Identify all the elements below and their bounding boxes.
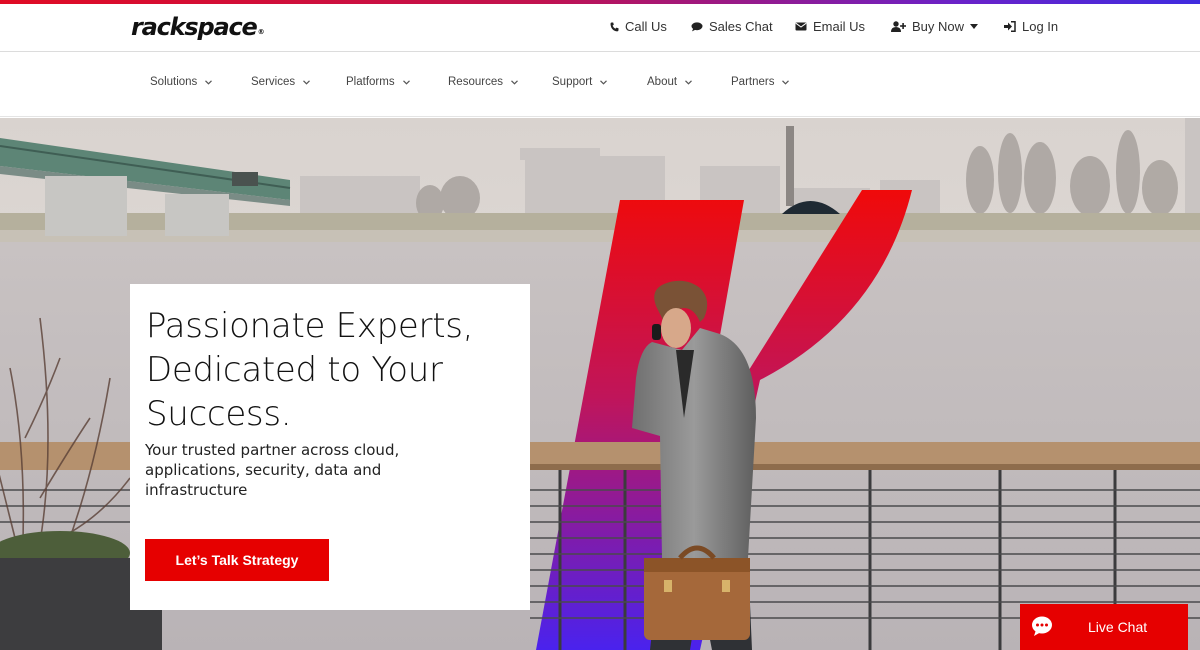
sign-in-icon bbox=[1004, 21, 1016, 32]
envelope-icon bbox=[795, 22, 807, 31]
user-plus-icon bbox=[891, 21, 906, 32]
email-us-link[interactable]: Email Us bbox=[795, 19, 865, 34]
sales-chat-link[interactable]: Sales Chat bbox=[691, 19, 773, 34]
nav-partners[interactable]: Partners bbox=[731, 76, 790, 88]
nav-platforms[interactable]: Platforms bbox=[346, 76, 410, 88]
main-navigation: Solutions Services Platforms Resources S… bbox=[0, 53, 1200, 117]
utility-links: Call Us Sales Chat Email Us Buy Now Log … bbox=[0, 19, 1200, 39]
buy-now-dropdown[interactable]: Buy Now bbox=[891, 19, 979, 34]
chat-bubble-icon bbox=[1032, 616, 1052, 636]
live-chat-button[interactable]: Live Chat bbox=[1020, 604, 1188, 650]
nav-support[interactable]: Support bbox=[552, 76, 608, 88]
call-us-link[interactable]: Call Us bbox=[610, 19, 667, 34]
nav-solutions[interactable]: Solutions bbox=[150, 76, 213, 88]
chevron-down-icon bbox=[402, 79, 410, 85]
chevron-down-icon bbox=[205, 79, 213, 85]
hero-subline: Your trusted partner across cloud, appli… bbox=[145, 441, 400, 499]
nav-about[interactable]: About bbox=[647, 76, 692, 88]
hero-headline: Passionate Experts, Dedicated to Your Su… bbox=[146, 306, 474, 434]
chevron-down-icon bbox=[600, 79, 608, 85]
hero-message-card: Passionate Experts, Dedicated to Your Su… bbox=[130, 284, 530, 610]
hero-banner: Passionate Experts, Dedicated to Your Su… bbox=[0, 118, 1200, 650]
chevron-down-icon bbox=[511, 79, 518, 85]
chat-icon bbox=[691, 21, 703, 31]
phone-icon bbox=[610, 22, 619, 31]
chevron-down-icon bbox=[782, 79, 790, 85]
chevron-down-icon bbox=[303, 79, 311, 85]
nav-services[interactable]: Services bbox=[251, 76, 311, 88]
log-in-link[interactable]: Log In bbox=[1004, 19, 1058, 34]
utility-bar: rackspace® Call Us Sales Chat Email Us B… bbox=[0, 4, 1200, 52]
lets-talk-strategy-button[interactable]: Let’s Talk Strategy bbox=[145, 539, 329, 581]
chevron-down-icon bbox=[685, 79, 692, 85]
nav-resources[interactable]: Resources bbox=[448, 76, 518, 88]
caret-down-icon bbox=[970, 24, 979, 29]
live-chat-label: Live Chat bbox=[1088, 619, 1148, 635]
